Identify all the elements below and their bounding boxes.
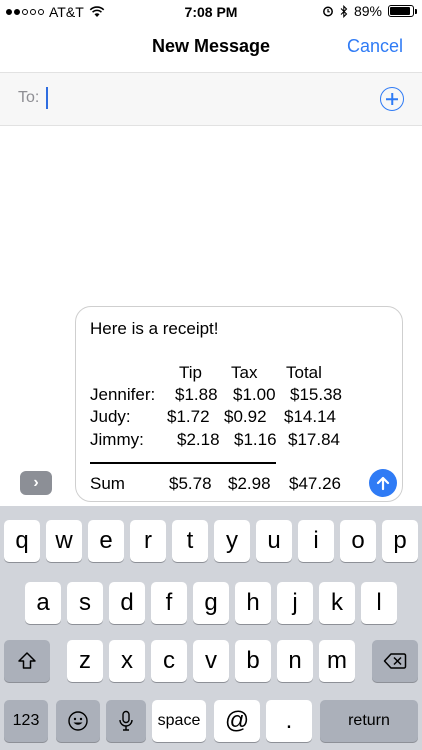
bluetooth-icon <box>340 4 348 18</box>
key-f[interactable]: f <box>151 582 187 624</box>
dictation-key[interactable] <box>106 700 146 742</box>
row-tax: $0.92 <box>224 407 267 426</box>
key-l[interactable]: l <box>361 582 397 624</box>
send-button[interactable] <box>369 469 397 497</box>
key-u[interactable]: u <box>256 520 292 562</box>
sum-tax: $2.98 <box>228 474 271 493</box>
at-key[interactable]: @ <box>214 700 260 742</box>
row-name: Jimmy: <box>90 430 144 449</box>
key-z[interactable]: z <box>67 640 103 682</box>
cancel-button[interactable]: Cancel <box>347 36 403 57</box>
microphone-icon <box>119 710 133 731</box>
row-name: Judy: <box>90 407 131 426</box>
row-tax: $1.00 <box>233 385 276 404</box>
row-total: $17.84 <box>288 430 340 449</box>
keyboard: q w e r t y u i o p a s d f g h j k l z … <box>0 506 422 750</box>
emoji-icon <box>68 711 88 731</box>
recipient-row[interactable]: To: <box>0 72 422 126</box>
status-right: 89% <box>322 3 417 19</box>
sum-name: Sum <box>90 474 125 493</box>
row-tip: $1.72 <box>167 407 210 426</box>
key-j[interactable]: j <box>277 582 313 624</box>
battery-percent: 89% <box>353 3 382 19</box>
key-w[interactable]: w <box>46 520 82 562</box>
header-tax: Tax <box>231 363 258 382</box>
key-a[interactable]: a <box>25 582 61 624</box>
row-tax: $1.16 <box>234 430 277 449</box>
row-tip: $2.18 <box>177 430 220 449</box>
key-c[interactable]: c <box>151 640 187 682</box>
header-tip: Tip <box>179 363 202 382</box>
row-tip: $1.88 <box>175 385 218 404</box>
message-input[interactable]: Here is a receipt! Tip Tax Total Jennife… <box>75 306 403 502</box>
key-b[interactable]: b <box>235 640 271 682</box>
key-s[interactable]: s <box>67 582 103 624</box>
nav-bar: New Message Cancel <box>0 24 422 70</box>
key-g[interactable]: g <box>193 582 229 624</box>
space-key[interactable]: space <box>152 700 206 742</box>
sum-tip: $5.78 <box>169 474 212 493</box>
add-contact-icon[interactable] <box>380 87 404 111</box>
key-x[interactable]: x <box>109 640 145 682</box>
shift-key[interactable] <box>4 640 50 682</box>
key-t[interactable]: t <box>172 520 208 562</box>
key-h[interactable]: h <box>235 582 271 624</box>
key-p[interactable]: p <box>382 520 418 562</box>
numbers-key[interactable]: 123 <box>4 700 48 742</box>
status-bar: AT&T 7:08 PM 89% <box>0 0 422 24</box>
arrow-up-icon <box>376 476 390 491</box>
row-total: $14.14 <box>284 407 336 426</box>
to-label: To: <box>18 89 40 106</box>
key-e[interactable]: e <box>88 520 124 562</box>
expand-icon[interactable]: › <box>20 471 52 495</box>
alarm-icon <box>323 6 333 17</box>
text-cursor <box>46 87 48 109</box>
sum-divider <box>90 462 276 464</box>
return-key[interactable]: return <box>320 700 418 742</box>
backspace-icon <box>383 653 407 669</box>
key-d[interactable]: d <box>109 582 145 624</box>
battery-icon <box>388 5 417 17</box>
period-key[interactable]: . <box>266 700 312 742</box>
key-q[interactable]: q <box>4 520 40 562</box>
row-total: $15.38 <box>290 385 342 404</box>
header-total: Total <box>286 363 322 382</box>
key-y[interactable]: y <box>214 520 250 562</box>
key-r[interactable]: r <box>130 520 166 562</box>
key-n[interactable]: n <box>277 640 313 682</box>
sum-total: $47.26 <box>289 474 341 493</box>
message-greeting: Here is a receipt! <box>90 319 219 338</box>
key-v[interactable]: v <box>193 640 229 682</box>
key-i[interactable]: i <box>298 520 334 562</box>
shift-icon <box>18 652 36 669</box>
row-name: Jennifer: <box>90 385 156 404</box>
key-k[interactable]: k <box>319 582 355 624</box>
key-o[interactable]: o <box>340 520 376 562</box>
delete-key[interactable] <box>372 640 418 682</box>
emoji-key[interactable] <box>56 700 100 742</box>
key-m[interactable]: m <box>319 640 355 682</box>
